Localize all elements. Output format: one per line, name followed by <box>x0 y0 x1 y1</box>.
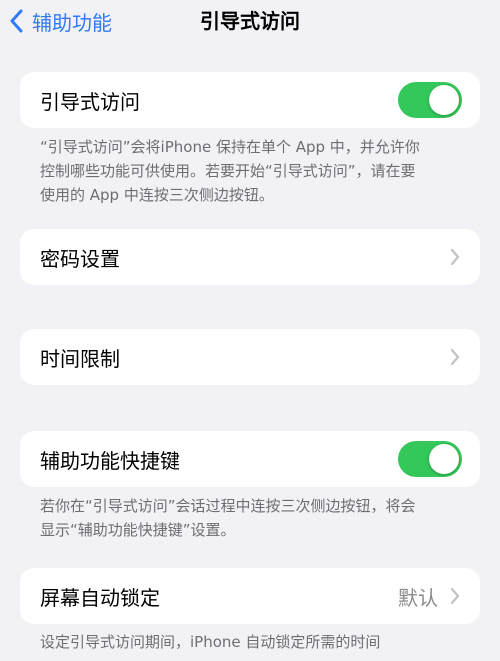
navigation-bar: 辅助功能 引导式访问 <box>0 0 500 44</box>
guided-access-label: 引导式访问 <box>40 89 140 114</box>
guided-access-description: “引导式访问”会将iPhone 保持在单个 App 中，并允许你 控制哪些功能可… <box>40 135 470 207</box>
chevron-right-icon <box>450 348 460 366</box>
passcode-settings-row[interactable]: 密码设置 <box>20 229 480 285</box>
footnote-line: “引导式访问”会将iPhone 保持在单个 App 中，并允许你 <box>40 138 420 156</box>
time-limits-label: 时间限制 <box>40 346 120 371</box>
guided-access-toggle[interactable] <box>398 82 462 118</box>
footnote-line: 使用的 App 中连按三次侧边按钮。 <box>40 186 274 204</box>
page-title: 引导式访问 <box>200 9 300 33</box>
toggle-knob <box>429 444 459 474</box>
time-limits-row[interactable]: 时间限制 <box>20 329 480 385</box>
footnote-line: 若你在“引导式访问”会话过程中连按三次侧边按钮，将会 <box>40 497 416 515</box>
auto-lock-description: 设定引导式访问期间，iPhone 自动锁定所需的时间 <box>40 630 470 654</box>
auto-lock-label: 屏幕自动锁定 <box>40 585 160 610</box>
chevron-right-icon <box>450 248 460 266</box>
chevron-right-icon <box>450 587 460 605</box>
footnote-line: 显示“辅助功能快捷键”设置。 <box>40 521 236 539</box>
guided-access-row: 引导式访问 <box>20 72 480 128</box>
footnote-line: 设定引导式访问期间，iPhone 自动锁定所需的时间 <box>40 633 381 651</box>
accessibility-shortcut-description: 若你在“引导式访问”会话过程中连按三次侧边按钮，将会 显示“辅助功能快捷键”设置… <box>40 494 470 542</box>
auto-lock-row[interactable]: 屏幕自动锁定 默认 <box>20 568 480 624</box>
toggle-knob <box>429 85 459 115</box>
passcode-settings-label: 密码设置 <box>40 246 120 271</box>
accessibility-shortcut-label: 辅助功能快捷键 <box>40 448 180 473</box>
footnote-line: 控制哪些功能可供使用。若要开始“引导式访问”，请在要 <box>40 162 416 180</box>
accessibility-shortcut-toggle[interactable] <box>398 441 462 477</box>
accessibility-shortcut-row: 辅助功能快捷键 <box>20 431 480 487</box>
auto-lock-value: 默认 <box>398 585 438 610</box>
